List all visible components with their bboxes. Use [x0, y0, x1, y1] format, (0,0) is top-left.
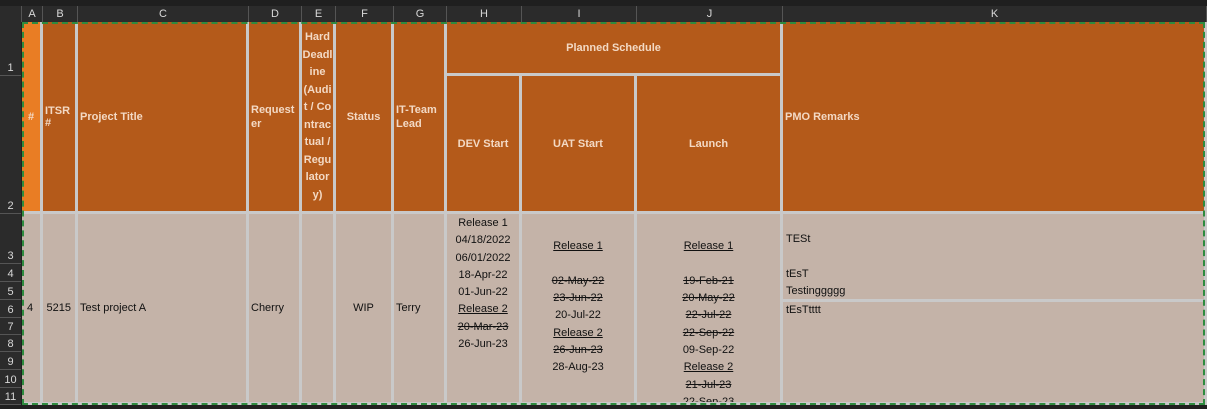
uat-start-line: Release 1 [553, 240, 603, 253]
uat-start-line: 23-Jun-22 [553, 292, 603, 305]
header-hard-deadline-cell[interactable]: Hard Deadline (Audit / Contractual / Reg… [302, 22, 336, 214]
uat-start-lines: Release 1 02-May-22 23-Jun-22 20-Jul-22 Rel… [522, 221, 634, 377]
cell-uat-start[interactable]: Release 1 02-May-22 23-Jun-22 20-Jul-22 Rel… [522, 214, 637, 405]
row-header-5[interactable]: 5 [0, 282, 21, 300]
row-header-9[interactable]: 9 [0, 352, 21, 370]
dev-start-line: 18-Apr-22 [458, 268, 508, 281]
column-header-h[interactable]: H [447, 6, 522, 22]
header-project-title-cell[interactable]: Project Title [78, 22, 249, 214]
uat-start-line: 02-May-22 [551, 274, 605, 287]
select-all-corner[interactable] [0, 6, 22, 22]
header-planned-schedule-cell[interactable]: Planned Schedule [447, 22, 783, 76]
dev-start-line: 20-Mar-23 [457, 320, 509, 333]
row-header-10[interactable]: 10 [0, 370, 21, 388]
header-status-cell[interactable]: Status [336, 22, 394, 214]
cell-pmo-remarks-top[interactable]: TESt tEsT Testinggggg [783, 214, 1207, 302]
launch-line: 09-Sep-22 [682, 344, 735, 357]
pmo-remark-line: tEsTtttt [786, 304, 821, 316]
row-header-2[interactable]: 2 [0, 76, 21, 214]
pmo-remark-line: Testinggggg [786, 284, 846, 297]
cell-hard-deadline[interactable] [302, 214, 336, 405]
column-header-e[interactable]: E [302, 6, 336, 22]
dev-start-line: Release 1 [458, 217, 508, 229]
dev-start-line: 04/18/2022 [455, 234, 511, 247]
uat-start-line [576, 256, 579, 273]
header-itsr-cell[interactable]: ITSR # [43, 22, 78, 214]
row-header-1[interactable]: 1 [0, 22, 21, 76]
column-header-f[interactable]: F [336, 6, 394, 22]
launch-line: 22-Sep-23 [682, 395, 735, 405]
launch-lines: Release 1 19-Feb-21 20-May-22 22-Jul-22 22-… [637, 221, 780, 405]
header-uat-start-cell[interactable]: UAT Start [522, 76, 637, 214]
launch-line: Release 2 [683, 361, 734, 374]
pmo-remarks-bottom-lines: tEsTtttt [786, 302, 1204, 319]
header-requester-cell[interactable]: Requester [249, 22, 302, 214]
row-header-7[interactable]: 7 [0, 318, 21, 335]
row-header-6[interactable]: 6 [0, 300, 21, 318]
uat-start-line: 26-Jun-23 [553, 344, 603, 357]
cell-project-title[interactable]: Test project A [78, 214, 249, 405]
header-launch-cell[interactable]: Launch [637, 76, 783, 214]
row-header-11[interactable]: 11 [0, 388, 21, 405]
column-header-i[interactable]: I [522, 6, 637, 22]
header-pmo-remarks-cell[interactable]: PMO Remarks [783, 22, 1207, 214]
dev-start-line: 26-Jun-23 [458, 338, 508, 351]
header-hash-cell[interactable]: # [22, 22, 43, 214]
cell-num[interactable]: 4 [22, 214, 43, 405]
launch-line: 20-May-22 [682, 292, 735, 305]
launch-line [707, 256, 710, 273]
cell-itsr[interactable]: 5215 [43, 214, 78, 405]
pmo-remark-line: TESt [786, 233, 811, 245]
dev-start-line: 06/01/2022 [455, 251, 511, 264]
row-header-3[interactable]: 3 [0, 214, 21, 264]
row-header-8[interactable]: 8 [0, 335, 21, 352]
launch-line: 22-Sep-22 [682, 326, 735, 339]
launch-line [707, 221, 710, 238]
column-header-c[interactable]: C [78, 6, 249, 22]
header-it-team-lead-cell[interactable]: IT-Team Lead [394, 22, 447, 214]
cell-it-team-lead[interactable]: Terry [394, 214, 447, 405]
pmo-remarks-top-lines: TESt tEsT Testinggggg [786, 231, 1204, 299]
uat-start-line [576, 221, 579, 238]
pmo-remark-line [786, 248, 1204, 265]
column-header-d[interactable]: D [249, 6, 302, 22]
column-header-a[interactable]: A [22, 6, 43, 22]
cell-requester[interactable]: Cherry [249, 214, 302, 405]
dev-start-line: Release 2 [458, 303, 508, 316]
launch-line: Release 1 [683, 240, 734, 253]
launch-line: 19-Feb-21 [683, 274, 734, 287]
uat-start-line: Release 2 [553, 326, 603, 339]
cell-launch[interactable]: Release 1 19-Feb-21 20-May-22 22-Jul-22 22-… [637, 214, 783, 405]
header-dev-start-cell[interactable]: DEV Start [447, 76, 522, 214]
column-header-b[interactable]: B [43, 6, 78, 22]
row-header-4[interactable]: 4 [0, 264, 21, 282]
launch-line: 21-Jul-23 [685, 378, 732, 391]
uat-start-line: 28-Aug-23 [552, 361, 604, 374]
pmo-remark-line: tEsT [786, 267, 809, 280]
column-header-k[interactable]: K [783, 6, 1207, 22]
dev-start-line: 01-Jun-22 [458, 286, 508, 299]
dev-start-lines: Release 1 04/18/2022 06/01/2022 18-Apr-22 01… [447, 215, 519, 353]
uat-start-line: 20-Jul-22 [555, 309, 601, 322]
column-header-j[interactable]: J [637, 6, 783, 22]
cell-status[interactable]: WIP [336, 214, 394, 405]
cell-pmo-remarks-bottom[interactable]: tEsTtttt [783, 302, 1207, 405]
cell-dev-start[interactable]: Release 1 04/18/2022 06/01/2022 18-Apr-22 01… [447, 214, 522, 405]
launch-line: 22-Jul-22 [685, 309, 732, 322]
column-header-g[interactable]: G [394, 6, 447, 22]
